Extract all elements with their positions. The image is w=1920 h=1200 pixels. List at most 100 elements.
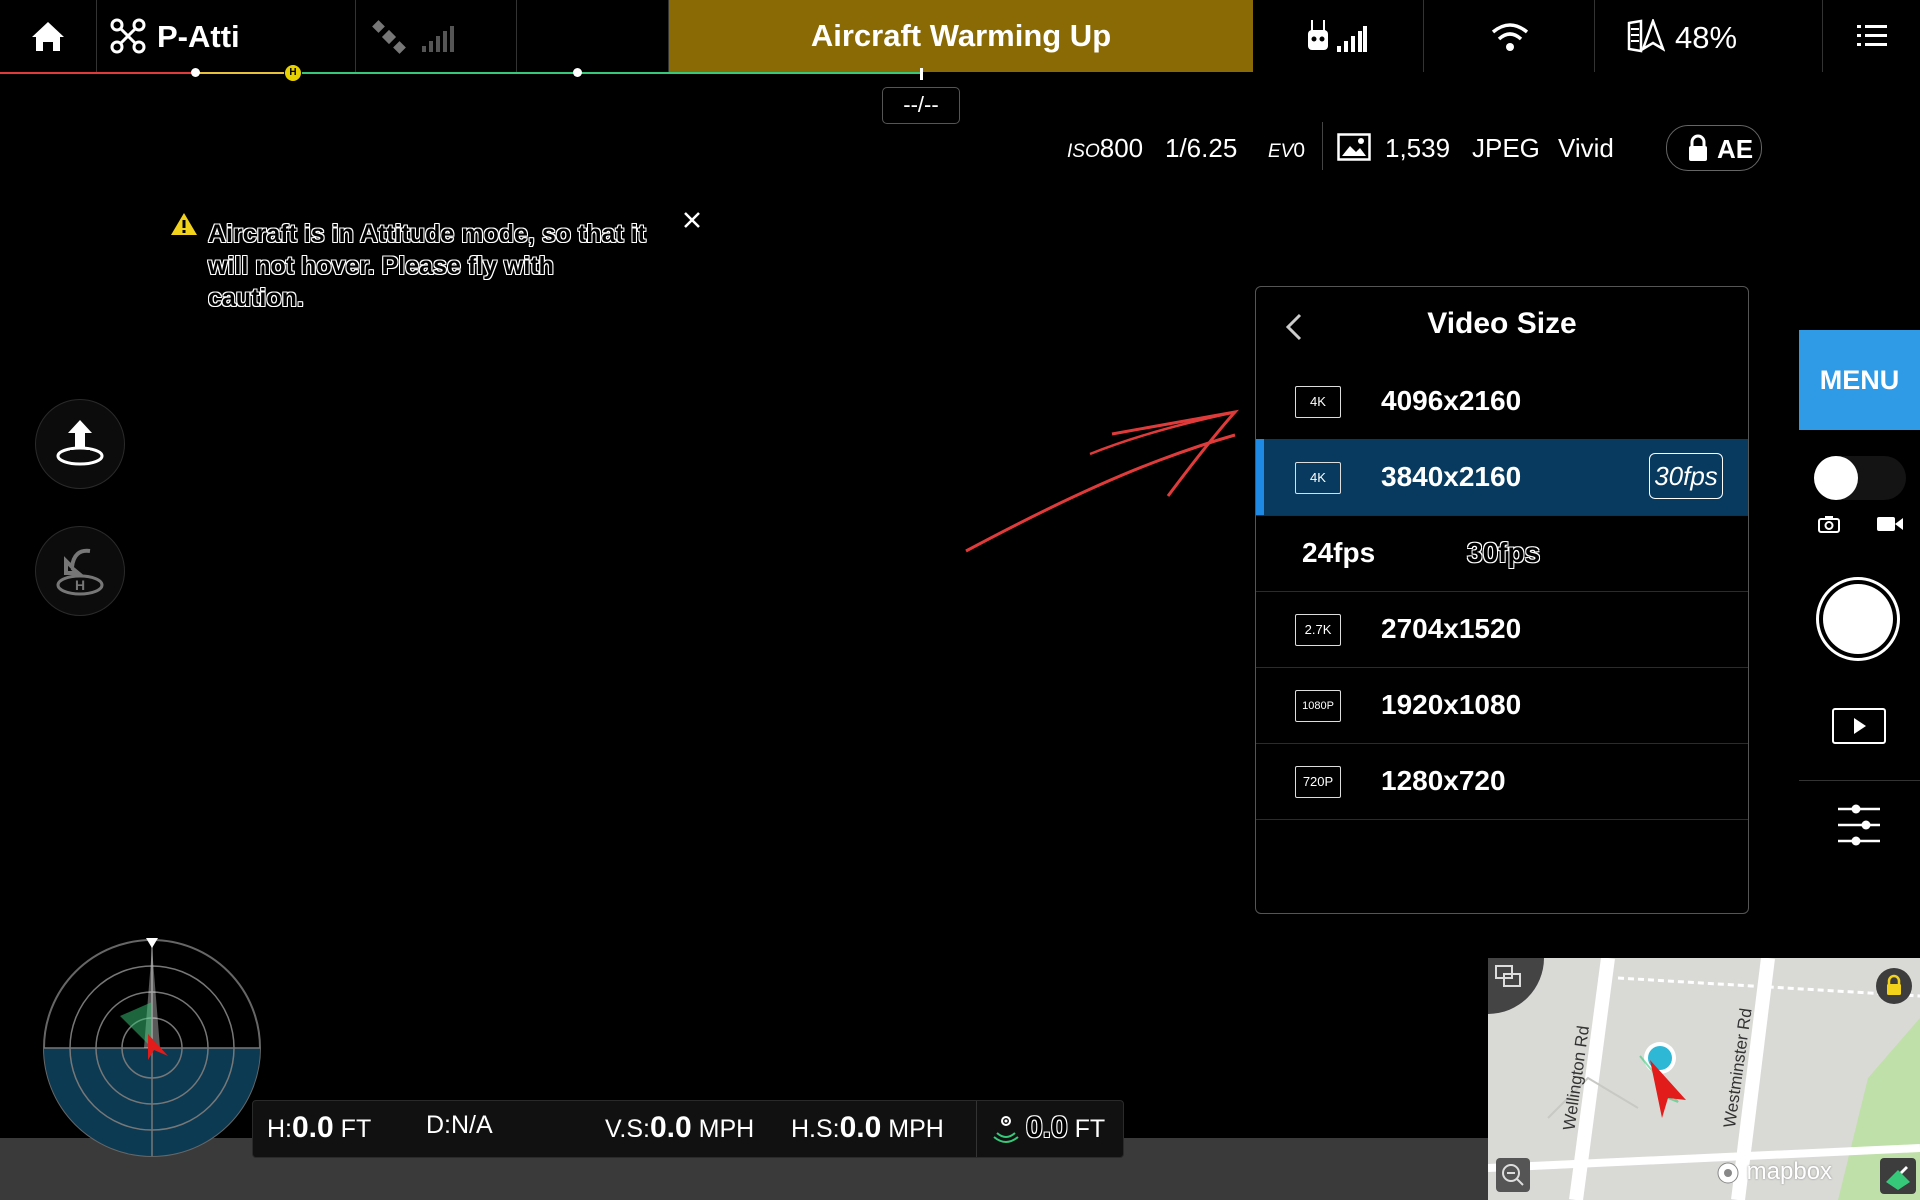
video-size-option[interactable]: 4K 4096x2160 bbox=[1256, 363, 1748, 440]
vs-value: 0.0 bbox=[649, 1111, 692, 1144]
resolution-badge: 2.7K bbox=[1295, 614, 1341, 646]
resolution-label: 1280x720 bbox=[1381, 765, 1506, 796]
iso-readout[interactable]: ISO800 bbox=[1067, 133, 1143, 164]
map-layer-button[interactable] bbox=[1880, 1158, 1916, 1194]
video-size-option[interactable]: 720P 1280x720 bbox=[1256, 743, 1748, 820]
mini-map[interactable]: Wellington Rd Westminster Rd mapbox bbox=[1488, 958, 1920, 1200]
rail-divider bbox=[1799, 780, 1920, 781]
progress-marker bbox=[573, 68, 582, 77]
camera-settings-button[interactable] bbox=[1834, 800, 1884, 850]
menu-button[interactable]: MENU bbox=[1799, 330, 1920, 430]
distance-label: D: bbox=[426, 1111, 451, 1139]
remote-controller-icon bbox=[1308, 20, 1328, 50]
camera-icon bbox=[1818, 516, 1840, 533]
zoom-out-button[interactable] bbox=[1496, 1158, 1530, 1192]
zoom-out-icon bbox=[1502, 1164, 1524, 1186]
video-size-option[interactable]: 2.7K 2704x1520 bbox=[1256, 591, 1748, 668]
progress-marker bbox=[191, 68, 200, 77]
divider bbox=[1322, 122, 1323, 170]
flight-mode-button[interactable]: P-Atti bbox=[97, 0, 355, 72]
takeoff-button[interactable] bbox=[35, 399, 125, 489]
shutter-button[interactable] bbox=[1816, 577, 1900, 661]
annotation-arrow bbox=[965, 409, 1240, 553]
status-banner[interactable]: Aircraft Warming Up bbox=[669, 0, 1253, 72]
gps-signal-bars-icon bbox=[422, 26, 454, 52]
resolution-label: 2704x1520 bbox=[1381, 613, 1522, 644]
attitude-radar[interactable] bbox=[40, 936, 264, 1160]
hs-unit: MPH bbox=[888, 1115, 944, 1143]
flight-progress-bar bbox=[0, 72, 922, 74]
video-size-option-selected[interactable]: 4K 3840x2160 30fps bbox=[1256, 439, 1748, 516]
smart-battery-icon bbox=[1627, 19, 1665, 53]
distance-label: --/-- bbox=[882, 87, 960, 124]
map-tiles bbox=[1488, 958, 1920, 1200]
list-icon bbox=[1857, 25, 1887, 46]
resolution-label: 3840x2160 bbox=[1381, 461, 1522, 492]
shutter-inner bbox=[1823, 584, 1893, 654]
vision-height-readout: 0.0 FT bbox=[993, 1111, 1105, 1145]
hs-label: H.S: bbox=[791, 1115, 840, 1143]
gps-signal[interactable] bbox=[356, 0, 516, 72]
image-format[interactable]: JPEG bbox=[1472, 133, 1540, 164]
map-attribution: mapbox bbox=[1716, 1158, 1832, 1186]
vps-value: 0.0 bbox=[1025, 1111, 1068, 1144]
lock-icon bbox=[1887, 974, 1901, 995]
settings-list-button[interactable] bbox=[1823, 0, 1920, 72]
drone-icon bbox=[110, 18, 146, 54]
capacity-value: 1,539 bbox=[1385, 133, 1451, 163]
rc-signal-bars-icon bbox=[1337, 26, 1367, 52]
svg-text:H: H bbox=[75, 577, 85, 593]
exposure-value[interactable]: EV0 bbox=[1268, 133, 1305, 164]
ae-label: AE bbox=[1717, 134, 1754, 164]
warning-text: Aircraft is in Attitude mode, so that it… bbox=[208, 220, 646, 312]
resolution-badge: 1080P bbox=[1295, 690, 1341, 722]
photo-icon bbox=[1337, 133, 1371, 161]
status-banner-text: Aircraft Warming Up bbox=[810, 18, 1112, 53]
toggle-knob bbox=[1814, 456, 1858, 500]
close-warning-button[interactable] bbox=[680, 208, 704, 232]
expand-icon bbox=[1495, 965, 1521, 987]
remote-signal[interactable] bbox=[1253, 0, 1423, 72]
return-home-button[interactable]: H bbox=[35, 526, 125, 616]
satellite-icon bbox=[372, 20, 406, 54]
playback-button[interactable] bbox=[1832, 708, 1886, 744]
map-lock-button[interactable] bbox=[1876, 968, 1912, 1004]
resolution-label: 4096x2160 bbox=[1381, 385, 1522, 416]
height-unit: FT bbox=[340, 1115, 372, 1143]
resolution-badge: 4K bbox=[1295, 462, 1341, 494]
vs-unit: MPH bbox=[698, 1115, 755, 1143]
lock-icon bbox=[1689, 134, 1707, 161]
wifi-signal[interactable] bbox=[1424, 0, 1594, 72]
height-readout: H:0.0 FT bbox=[267, 1111, 371, 1145]
divider bbox=[976, 1101, 977, 1157]
vision-sensor-icon bbox=[993, 1116, 1019, 1144]
top-bar: P-Atti Aircraft Warming Up 48% bbox=[0, 0, 1920, 72]
fps-option-24[interactable]: 24fps bbox=[1302, 537, 1375, 569]
shutter-speed[interactable]: 1/6.25 bbox=[1165, 133, 1237, 164]
home-icon bbox=[32, 22, 64, 51]
vertical-speed-readout: V.S:0.0 MPH bbox=[605, 1111, 754, 1145]
color-style[interactable]: Vivid bbox=[1558, 133, 1614, 164]
resolution-label: 1920x1080 bbox=[1381, 689, 1522, 720]
home-point-marker: H bbox=[284, 64, 302, 82]
photo-video-toggle[interactable] bbox=[1814, 456, 1906, 500]
ae-lock-button[interactable]: AE bbox=[1666, 125, 1762, 171]
play-icon bbox=[1854, 718, 1866, 734]
ev-label: EV bbox=[1268, 141, 1294, 162]
home-button[interactable] bbox=[0, 0, 96, 72]
video-size-option[interactable]: 1080P 1920x1080 bbox=[1256, 667, 1748, 744]
hs-value: 0.0 bbox=[839, 1111, 882, 1144]
vps-unit: FT bbox=[1074, 1115, 1106, 1143]
battery-status[interactable]: 48% bbox=[1595, 0, 1822, 72]
fps-chip[interactable]: 30fps bbox=[1649, 453, 1723, 499]
horizontal-speed-readout: H.S:0.0 MPH bbox=[791, 1111, 944, 1145]
wifi-icon bbox=[1491, 23, 1529, 51]
fps-option-30[interactable]: 30fps bbox=[1467, 537, 1540, 569]
height-value: 0.0 bbox=[292, 1111, 334, 1144]
vs-label: V.S: bbox=[605, 1115, 650, 1143]
panel-title: Video Size bbox=[1427, 307, 1577, 340]
resolution-badge: 720P bbox=[1295, 766, 1341, 798]
aircraft-position-tick bbox=[920, 68, 923, 80]
return-home-icon: H bbox=[56, 548, 104, 596]
fps-selector-row: 24fps 30fps bbox=[1256, 515, 1748, 592]
